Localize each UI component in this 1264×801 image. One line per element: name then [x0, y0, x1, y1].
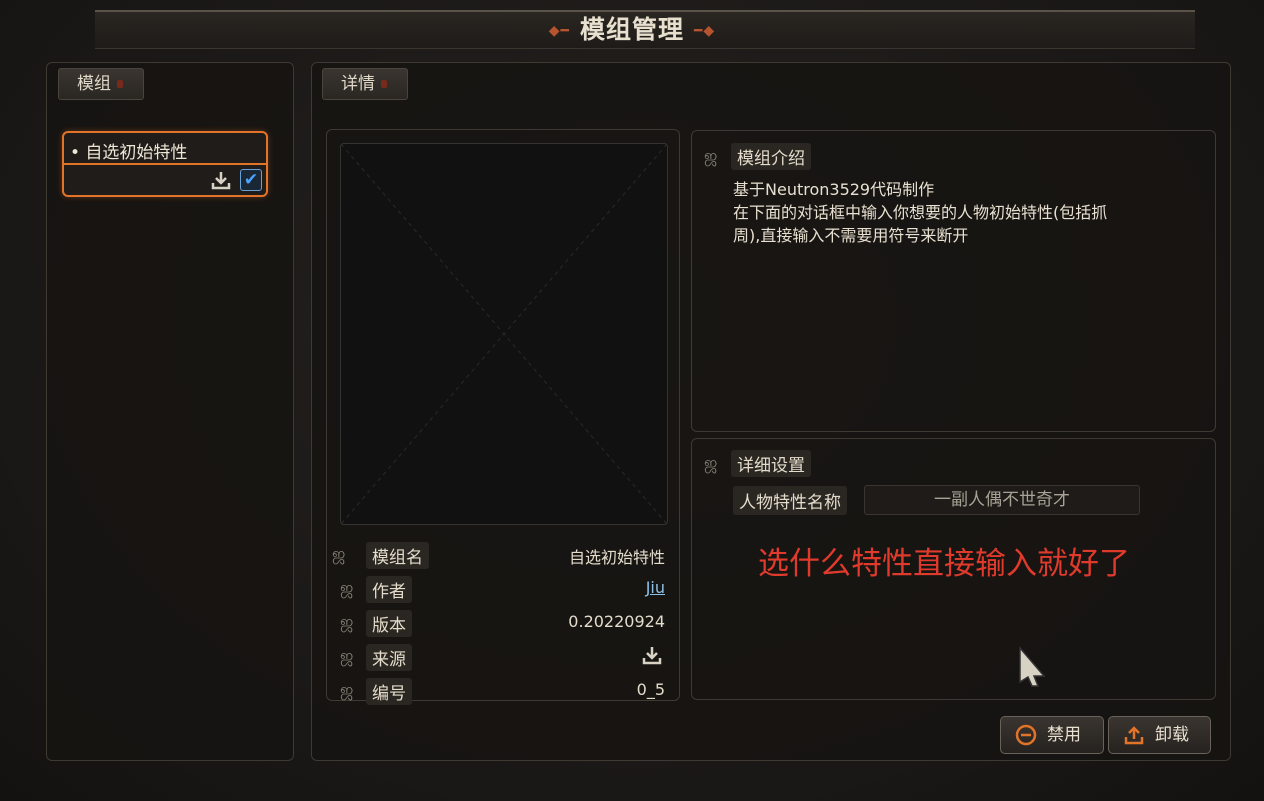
meta-version-key: 版本 [366, 610, 412, 637]
source-download-icon[interactable] [641, 644, 663, 666]
unload-button[interactable]: 卸载 [1108, 716, 1211, 754]
mod-item-name: • 自选初始特性 [70, 143, 188, 163]
description-line: 基于Neutron3529代码制作 [733, 180, 935, 199]
swirl-icon: ஜ [340, 646, 354, 665]
description-panel [691, 130, 1216, 432]
description-line: 在下面的对话框中输入你想要的人物初始特性(包括抓 [733, 203, 1108, 222]
swirl-icon: ஜ [340, 612, 354, 631]
swirl-icon: ஜ [332, 544, 346, 563]
mod-list-item[interactable]: • 自选初始特性 ✔ [62, 131, 268, 197]
tag-knot-icon [117, 80, 123, 88]
meta-row-id: ஜ 编号 0_5 [330, 678, 665, 706]
swirl-icon: ஜ [704, 453, 718, 472]
swirl-icon: ஜ [704, 146, 718, 165]
disable-icon [1015, 724, 1037, 746]
cursor-icon [1019, 646, 1046, 687]
meta-source-key: 来源 [366, 644, 412, 671]
meta-id-key: 编号 [366, 678, 412, 705]
disable-button[interactable]: 禁用 [1000, 716, 1104, 754]
trait-name-input[interactable]: 一副人偶不世奇才 [864, 485, 1140, 515]
unload-button-label: 卸载 [1155, 725, 1189, 745]
window-title: ◆━ 模组管理 ━◆ [0, 10, 1264, 46]
meta-name-key: 模组名 [366, 542, 429, 569]
swirl-icon: ஜ [340, 578, 354, 597]
swirl-icon: ஜ [340, 680, 354, 699]
title-right-deco-icon: ━◆ [694, 23, 716, 39]
meta-row-version: ஜ 版本 0.20220924 [330, 610, 665, 638]
description-line: 周),直接输入不需要用符号来断开 [733, 226, 969, 245]
settings-title: 详细设置 [731, 450, 811, 477]
checkbox-checked-icon: ✔ [243, 170, 259, 190]
window-title-text: 模组管理 [579, 15, 684, 44]
annotation-text: 选什么特性直接输入就好了 [758, 546, 1130, 582]
meta-row-name: ஜ 模组名 自选初始特性 [330, 542, 665, 570]
meta-row-author: ஜ 作者 Jiu [330, 576, 665, 604]
author-link[interactable]: Jiu [646, 578, 665, 597]
mod-preview-image [340, 143, 668, 525]
description-title: 模组介绍 [731, 143, 811, 170]
tag-knot-icon [381, 80, 387, 88]
enable-checkbox[interactable]: ✔ [240, 169, 262, 191]
meta-id-value: 0_5 [636, 680, 665, 699]
tab-mods-label: 模组 [77, 74, 111, 94]
meta-row-source: ஜ 来源 [330, 644, 665, 672]
trait-name-label: 人物特性名称 [733, 486, 847, 515]
unload-icon [1124, 726, 1144, 745]
title-left-deco-icon: ◆━ [548, 23, 570, 39]
meta-version-value: 0.20220924 [568, 612, 665, 631]
tab-details-label: 详情 [341, 74, 375, 94]
download-icon[interactable] [210, 169, 232, 191]
description-text: 基于Neutron3529代码制作 在下面的对话框中输入你想要的人物初始特性(包… [733, 178, 1173, 247]
disable-button-label: 禁用 [1047, 725, 1081, 745]
mod-item-divider [64, 163, 266, 165]
meta-author-key: 作者 [366, 576, 412, 603]
tab-details: 详情 [322, 68, 408, 100]
meta-name-value: 自选初始特性 [568, 548, 665, 567]
tab-mods: 模组 [58, 68, 144, 100]
